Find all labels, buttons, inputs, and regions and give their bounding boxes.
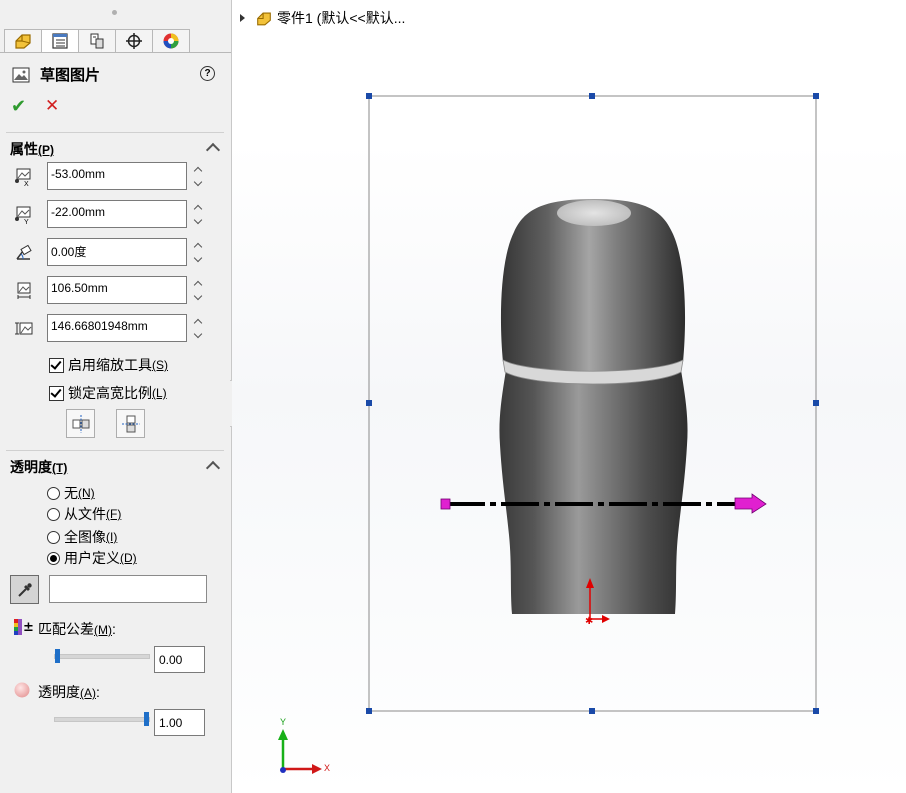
flip-vertical-icon (121, 415, 140, 432)
handle-top-center[interactable] (589, 93, 595, 99)
collapse-transparency-icon[interactable] (205, 460, 221, 476)
angle-input[interactable]: 0.00度 (47, 238, 187, 266)
origin-x-arrowhead (602, 615, 610, 623)
match-tolerance-slider[interactable] (54, 649, 150, 663)
handle-top-right[interactable] (813, 93, 819, 99)
panel-title-row: 草图图片 (12, 64, 100, 85)
tab-dimxpert-manager[interactable] (115, 29, 153, 53)
handle-middle-right[interactable] (813, 400, 819, 406)
match-tolerance-thumb[interactable] (55, 649, 60, 663)
origin-x-icon: X (14, 167, 34, 187)
origin-x-spinner[interactable] (191, 162, 205, 190)
enable-scale-check[interactable] (49, 357, 64, 373)
flip-horizontal-icon (72, 414, 89, 433)
tab-display-manager[interactable] (152, 29, 190, 53)
transparency-label: 透明度(A): (38, 684, 100, 700)
angle-icon (14, 243, 34, 263)
crosshair-icon (126, 33, 142, 49)
tab-configuration-manager[interactable] (78, 29, 116, 53)
cap-top-highlight (557, 200, 631, 226)
color-wheel-icon (163, 33, 179, 49)
divider (6, 450, 224, 451)
flip-horizontal-button[interactable] (66, 409, 95, 438)
tab-feature-manager[interactable] (4, 29, 42, 53)
handle-bottom-left[interactable] (366, 708, 372, 714)
height-icon (14, 319, 34, 339)
origin-y-spinner[interactable] (191, 200, 205, 228)
panel-grip[interactable] (112, 10, 117, 15)
match-tolerance-label: 匹配公差(M): (38, 621, 116, 637)
tab-property-manager[interactable] (41, 29, 79, 53)
svg-text:X: X (24, 181, 29, 187)
properties-header[interactable]: 属性(P) (10, 139, 54, 159)
transparency-full-image-radio[interactable]: 全图像 (I) (47, 527, 117, 547)
width-icon (14, 281, 34, 301)
property-manager: 草图图片 ? ✔ ✕ 属性(P) X -53.00mm Y -22.00mm 0… (0, 0, 232, 793)
radio-circle[interactable] (47, 486, 60, 500)
transparency-slider[interactable] (54, 712, 150, 726)
transparency-ball-icon (14, 682, 30, 698)
origin-y-input[interactable]: -22.00mm (47, 200, 187, 228)
lock-ratio-check[interactable] (49, 385, 64, 401)
divider (6, 132, 224, 133)
collapse-properties-icon[interactable] (205, 142, 221, 158)
transparency-input[interactable]: 1.00 (154, 709, 205, 736)
tab-underline (0, 52, 231, 53)
radio-circle[interactable] (47, 530, 60, 544)
radio-circle-selected[interactable] (47, 551, 60, 565)
cancel-button[interactable]: ✕ (45, 96, 59, 116)
origin-x-input[interactable]: -53.00mm (47, 162, 187, 190)
axis-end-arrow[interactable] (734, 493, 767, 514)
handle-top-left[interactable] (366, 93, 372, 99)
triad-x-label: X (324, 763, 330, 773)
radio-circle[interactable] (47, 507, 60, 521)
origin-y-icon: Y (14, 205, 34, 225)
height-input[interactable]: 146.66801948mm (47, 314, 187, 342)
width-spinner[interactable] (191, 276, 205, 304)
triad-y-arrowhead (278, 729, 288, 740)
triad-origin (280, 767, 286, 773)
ok-button[interactable]: ✔ (11, 96, 26, 117)
height-spinner[interactable] (191, 314, 205, 342)
svg-text:±: ± (23, 620, 33, 635)
eyedropper-icon (17, 582, 32, 597)
triad-y-label: Y (280, 717, 286, 727)
configuration-icon (90, 33, 104, 49)
transparency-from-file-radio[interactable]: 从文件 (F) (47, 504, 121, 524)
origin-star-icon: ✱ (585, 616, 593, 627)
handle-middle-left[interactable] (366, 400, 372, 406)
feature-tree-icon (15, 34, 31, 49)
transparency-none-radio[interactable]: 无 (N) (47, 483, 95, 503)
handle-bottom-right[interactable] (813, 708, 819, 714)
flip-vertical-button[interactable] (116, 409, 145, 438)
width-input[interactable]: 106.50mm (47, 276, 187, 304)
enable-scale-checkbox[interactable]: 启用缩放工具 (S) (49, 355, 168, 375)
property-list-icon (52, 33, 68, 49)
handle-bottom-center[interactable] (589, 708, 595, 714)
graphics-area[interactable]: 零件1 (默认<<默认... ✱ Y X (232, 0, 906, 793)
model-canvas: ✱ Y X (278, 93, 819, 774)
match-tolerance-input[interactable]: 0.00 (154, 646, 205, 673)
svg-text:Y: Y (24, 219, 29, 225)
color-tolerance-icon: ± (14, 619, 33, 635)
angle-spinner[interactable] (191, 238, 205, 266)
transparency-header[interactable]: 透明度(T) (10, 457, 67, 477)
eyedropper-button[interactable] (10, 575, 39, 604)
color-value-field[interactable] (49, 575, 207, 603)
manager-tabs (4, 29, 190, 53)
help-icon[interactable]: ? (200, 66, 215, 81)
lock-ratio-checkbox[interactable]: 锁定高宽比例 (L) (49, 383, 167, 403)
sketch-picture-icon (12, 67, 30, 82)
bottle-body (499, 370, 688, 614)
panel-title: 草图图片 (40, 67, 101, 84)
triad-x-arrowhead (312, 764, 322, 774)
transparency-thumb[interactable] (144, 712, 149, 726)
axis-start-marker[interactable] (440, 498, 451, 510)
transparency-user-defined-radio[interactable]: 用户定义 (D) (47, 548, 137, 568)
